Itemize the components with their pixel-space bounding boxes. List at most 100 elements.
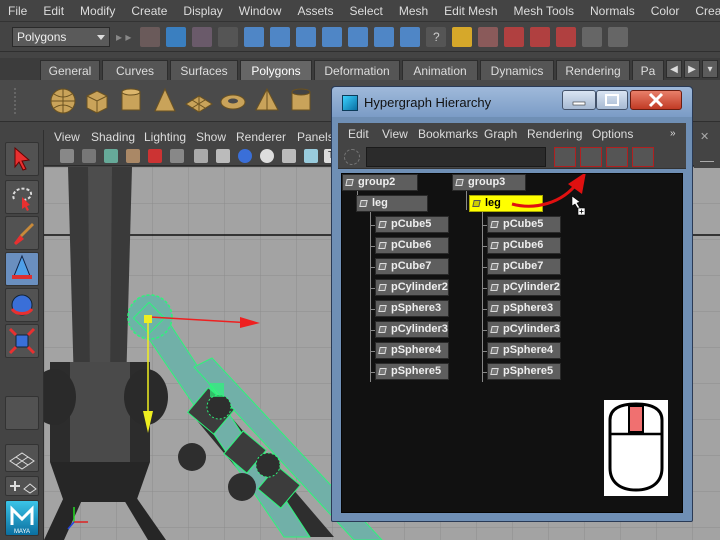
collapse-arrows-icon[interactable]: ▸ ▸: [116, 30, 131, 44]
wireframe-icon[interactable]: [238, 149, 252, 163]
hg-menu-rendering[interactable]: Rendering: [527, 123, 582, 145]
node-group2[interactable]: group2: [342, 174, 418, 191]
menu-edit-mesh[interactable]: Edit Mesh: [436, 0, 505, 22]
tab-polygons[interactable]: Polygons: [240, 60, 312, 80]
close-panel-icon[interactable]: ✕: [700, 130, 709, 143]
node-pcylinder2-left[interactable]: pCylinder2: [375, 279, 449, 296]
tab-animation[interactable]: Animation: [402, 60, 478, 80]
viewport-menu-shading[interactable]: Shading: [91, 128, 135, 146]
menu-create-uvs[interactable]: Create UVs: [687, 0, 720, 22]
tab-general[interactable]: General: [40, 60, 100, 80]
menu-modify[interactable]: Modify: [72, 0, 123, 22]
shelf-scroll-left-icon[interactable]: ◀: [666, 60, 682, 78]
smooth-shade-icon[interactable]: [260, 149, 274, 163]
panel-options-icon[interactable]: [700, 150, 714, 162]
node-pcube5-left[interactable]: pCube5: [375, 216, 449, 233]
viewport-menu-show[interactable]: Show: [196, 128, 226, 146]
menu-file[interactable]: File: [0, 0, 35, 22]
minimize-button[interactable]: [562, 90, 596, 110]
scale-tool-icon[interactable]: [5, 324, 39, 358]
tab-rendering[interactable]: Rendering: [556, 60, 630, 80]
snap-surface-icon[interactable]: [348, 26, 369, 47]
hg-scene-hierarchy-icon[interactable]: [554, 147, 576, 167]
snap-grid-icon[interactable]: [244, 26, 265, 47]
node-pcube7-right[interactable]: pCube7: [487, 258, 561, 275]
hypergraph-window[interactable]: Hypergraph Hierarchy Edit View Bookmarks…: [331, 86, 693, 522]
tab-dynamics[interactable]: Dynamics: [480, 60, 554, 80]
construction-icon[interactable]: [400, 26, 421, 47]
grease-pencil-icon[interactable]: [170, 149, 184, 163]
lights-icon[interactable]: [304, 149, 318, 163]
poly-cube-icon[interactable]: [82, 86, 112, 116]
hg-rebuild-icon[interactable]: [632, 147, 654, 167]
node-pcylinder2-right[interactable]: pCylinder2: [487, 279, 561, 296]
render-frame-icon[interactable]: [530, 26, 551, 47]
menu-create[interactable]: Create: [123, 0, 175, 22]
node-leg-left[interactable]: leg: [356, 195, 428, 212]
render-settings-icon[interactable]: [582, 26, 603, 47]
history-icon[interactable]: [374, 26, 395, 47]
construction-history-icon[interactable]: [504, 26, 525, 47]
viewport-menu-view[interactable]: View: [54, 128, 80, 146]
menu-display[interactable]: Display: [175, 0, 230, 22]
menu-mesh-tools[interactable]: Mesh Tools: [506, 0, 582, 22]
lock-icon[interactable]: [452, 26, 473, 47]
hg-menu-graph[interactable]: Graph: [484, 123, 517, 145]
hypershade-icon[interactable]: [608, 26, 629, 47]
image-plane-icon[interactable]: [126, 149, 140, 163]
select-object-icon[interactable]: [166, 26, 187, 47]
menu-set-dropdown[interactable]: Polygons: [12, 26, 110, 47]
hg-input-output-icon[interactable]: [580, 147, 602, 167]
menu-normals[interactable]: Normals: [582, 0, 643, 22]
last-tool-icon[interactable]: [5, 396, 39, 430]
maximize-button[interactable]: [596, 90, 628, 110]
menu-assets[interactable]: Assets: [289, 0, 341, 22]
viewport-menu-lighting[interactable]: Lighting: [144, 128, 186, 146]
close-button[interactable]: [630, 90, 682, 110]
poly-pipe-icon[interactable]: [286, 86, 316, 116]
menu-select[interactable]: Select: [341, 0, 390, 22]
snap-point-icon[interactable]: [296, 26, 317, 47]
node-psphere5-right[interactable]: pSphere5: [487, 363, 561, 380]
hg-menu-bookmarks[interactable]: Bookmarks: [418, 123, 478, 145]
poly-torus-icon[interactable]: [218, 86, 248, 116]
hg-menu-edit[interactable]: Edit: [348, 123, 369, 145]
single-perspective-layout-icon[interactable]: [5, 444, 39, 472]
tab-more[interactable]: Pa: [632, 60, 664, 80]
ipr-render-icon[interactable]: [556, 26, 577, 47]
poly-plane-icon[interactable]: [184, 86, 214, 116]
two-d-pan-icon[interactable]: [148, 149, 162, 163]
camera-attributes-icon[interactable]: [82, 149, 96, 163]
node-pcylinder3-left[interactable]: pCylinder3: [375, 321, 449, 338]
shelf-scroll-right-icon[interactable]: ▶: [684, 60, 700, 78]
tab-surfaces[interactable]: Surfaces: [170, 60, 238, 80]
node-psphere5-left[interactable]: pSphere5: [375, 363, 449, 380]
poly-sphere-icon[interactable]: [48, 86, 78, 116]
node-psphere4-left[interactable]: pSphere4: [375, 342, 449, 359]
menu-mesh[interactable]: Mesh: [391, 0, 436, 22]
node-pcube6-left[interactable]: pCube6: [375, 237, 449, 254]
paint-select-tool-icon[interactable]: [5, 216, 39, 250]
textured-icon[interactable]: [282, 149, 296, 163]
hg-menu-options[interactable]: Options: [592, 123, 633, 145]
select-hierarchy-icon[interactable]: [140, 26, 161, 47]
menu-edit[interactable]: Edit: [35, 0, 72, 22]
four-view-layout-icon[interactable]: [5, 476, 39, 496]
poly-cylinder-icon[interactable]: [116, 86, 146, 116]
poly-prism-icon[interactable]: [252, 86, 282, 116]
node-psphere3-left[interactable]: pSphere3: [375, 300, 449, 317]
hg-menu-view[interactable]: View: [382, 123, 408, 145]
node-psphere4-right[interactable]: pSphere4: [487, 342, 561, 359]
film-gate-icon[interactable]: [216, 149, 230, 163]
viewport-menu-panels[interactable]: Panels: [297, 128, 334, 146]
snap-plane-icon[interactable]: [322, 26, 343, 47]
poly-cone-icon[interactable]: [150, 86, 180, 116]
node-psphere3-right[interactable]: pSphere3: [487, 300, 561, 317]
lasso-tool-icon[interactable]: [5, 180, 39, 214]
help-icon[interactable]: ?: [426, 26, 447, 47]
snap-curve-icon[interactable]: [270, 26, 291, 47]
input-output-icon[interactable]: [478, 26, 499, 47]
grid-toggle-icon[interactable]: [194, 149, 208, 163]
hg-menu-overflow-icon[interactable]: »: [670, 123, 676, 145]
select-tool-icon[interactable]: [5, 142, 39, 176]
